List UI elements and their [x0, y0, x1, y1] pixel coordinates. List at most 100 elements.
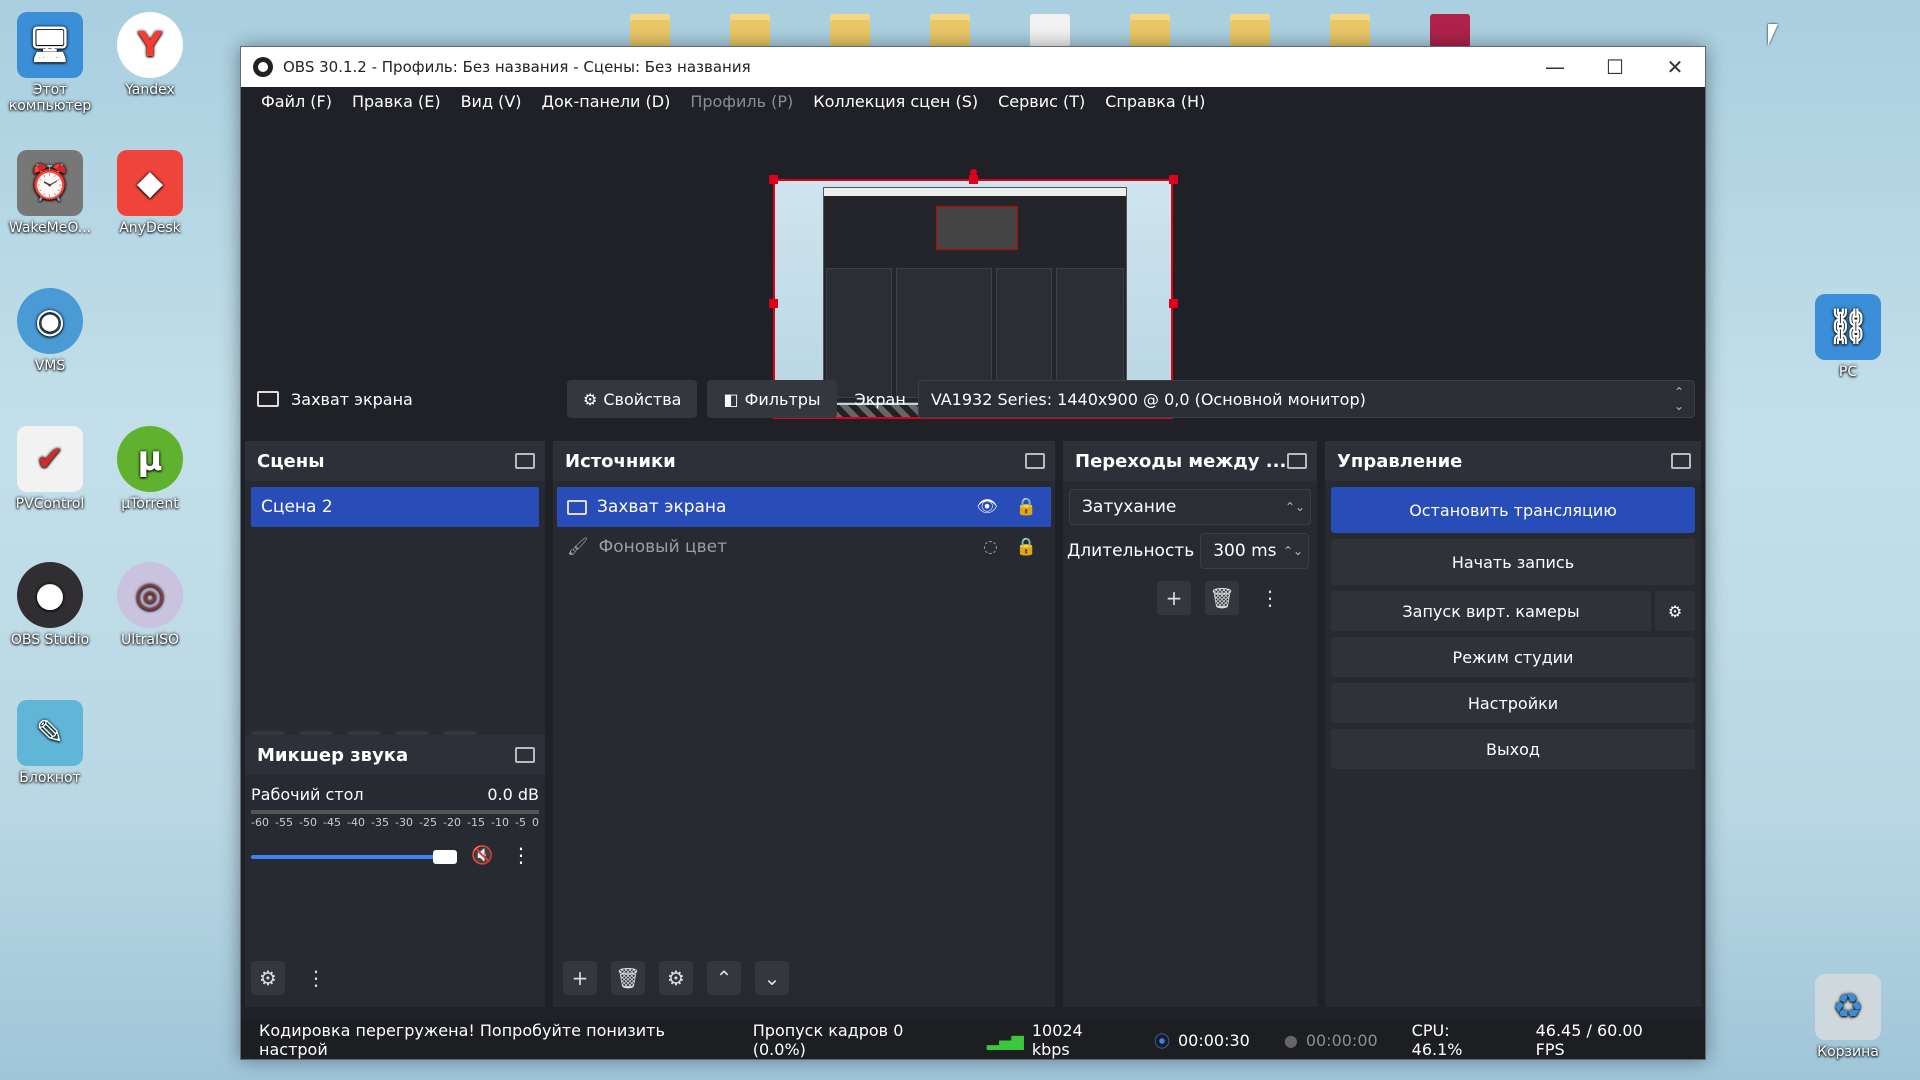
duration-spinbox[interactable]: 300 ms ⌃⌄: [1200, 533, 1309, 569]
mixer-settings-button[interactable]: ⚙: [251, 961, 285, 995]
archive-icon[interactable]: [1430, 14, 1470, 48]
desktop-icon[interactable]: Y Yandex: [100, 12, 200, 98]
remove-source-button[interactable]: 🗑: [611, 961, 645, 995]
rotation-handle[interactable]: [970, 169, 977, 176]
add-source-button[interactable]: +: [563, 961, 597, 995]
undock-icon[interactable]: [515, 453, 535, 469]
scene-item-label: Сцена 2: [261, 497, 333, 517]
transition-menu-button[interactable]: ⋮: [1253, 581, 1287, 615]
folder-icon[interactable]: [1230, 14, 1270, 48]
menu-bar: Файл (F) Правка (E) Вид (V) Док-панели (…: [241, 87, 1705, 115]
desktop-icon-label: UltraISO: [121, 632, 179, 648]
scene-item[interactable]: Сцена 2: [251, 487, 539, 527]
exit-button[interactable]: Выход: [1331, 729, 1695, 769]
eye-hidden-icon[interactable]: ◌: [983, 537, 998, 557]
mixer-toolbar: ⚙ ⋮: [251, 961, 333, 995]
add-transition-button[interactable]: +: [1157, 581, 1191, 615]
close-button[interactable]: ✕: [1645, 47, 1705, 87]
title-bar[interactable]: OBS 30.1.2 - Профиль: Без названия - Сце…: [241, 47, 1705, 87]
menu-docks[interactable]: Док-панели (D): [532, 92, 681, 111]
menu-help[interactable]: Справка (H): [1095, 92, 1215, 111]
menu-profile[interactable]: Профиль (P): [680, 92, 803, 111]
volume-slider[interactable]: [251, 850, 457, 864]
maximize-button[interactable]: ☐: [1585, 47, 1645, 87]
mixer-menu-button[interactable]: ⋮: [299, 961, 333, 995]
screen-select[interactable]: VA1932 Series: 1440x900 @ 0,0 (Основной …: [917, 380, 1695, 418]
desktop-icon[interactable]: 🖥 Этот компьютер: [0, 12, 100, 114]
move-source-down-button[interactable]: ⌄: [755, 961, 789, 995]
sources-toolbar: + 🗑 ⚙ ⌃ ⌄: [563, 961, 789, 995]
menu-tools[interactable]: Сервис (T): [988, 92, 1095, 111]
undock-icon[interactable]: [515, 747, 535, 763]
desktop-icon[interactable]: ✎ Блокнот: [0, 700, 100, 786]
settings-button[interactable]: Настройки: [1331, 683, 1695, 723]
eye-icon[interactable]: 👁: [976, 497, 998, 517]
ultraiso-icon: ◎: [117, 562, 183, 628]
folder-icon[interactable]: [1130, 14, 1170, 48]
menu-scene-collection[interactable]: Коллекция сцен (S): [803, 92, 988, 111]
start-virtual-camera-button[interactable]: Запуск вирт. камеры: [1331, 591, 1651, 631]
desktop-icon[interactable]: ⏰ WakeMeO...: [0, 150, 100, 236]
volume-meter: [251, 810, 539, 814]
desktop-icon[interactable]: ◆ AnyDesk: [100, 150, 200, 236]
resize-handle[interactable]: [1169, 175, 1178, 184]
desktop-icon[interactable]: ⛓ PC: [1798, 294, 1898, 380]
transitions-toolbar: + 🗑 ⋮: [1157, 581, 1287, 615]
desktop-icon-label: Корзина: [1817, 1044, 1879, 1060]
virtual-camera-settings-button[interactable]: ⚙: [1655, 591, 1695, 631]
start-recording-button[interactable]: Начать запись: [1331, 539, 1695, 585]
desktop-icon[interactable]: ◉ VMS: [0, 288, 100, 374]
source-item[interactable]: 🖌 Фоновый цвет ◌ 🔒: [557, 527, 1051, 567]
resize-handle[interactable]: [769, 299, 778, 308]
menu-view[interactable]: Вид (V): [451, 92, 532, 111]
document-icon[interactable]: [1030, 14, 1070, 48]
folder-icon[interactable]: [630, 14, 670, 48]
gear-icon: ⚙: [583, 389, 598, 409]
undock-icon[interactable]: [1671, 453, 1691, 469]
notepad-icon: ✎: [17, 700, 83, 766]
desktop-icon-label: WakeMeO...: [8, 220, 92, 236]
stream-icon: ⦿: [1153, 1032, 1170, 1051]
properties-button[interactable]: ⚙ Свойства: [567, 380, 698, 418]
desktop-icon[interactable]: ♻ Корзина: [1798, 974, 1898, 1060]
studio-mode-button[interactable]: Режим студии: [1331, 637, 1695, 677]
minimize-button[interactable]: —: [1525, 47, 1585, 87]
mixer-dock-title: Микшер звука: [245, 735, 545, 775]
move-source-up-button[interactable]: ⌃: [707, 961, 741, 995]
filters-button[interactable]: ◧ Фильтры: [707, 380, 837, 418]
spin-arrows-icon[interactable]: ⌃⌄: [1278, 544, 1308, 558]
desktop-icon[interactable]: ✔ PVControl: [0, 426, 100, 512]
screen-select-value: VA1932 Series: 1440x900 @ 0,0 (Основной …: [930, 389, 1366, 409]
stop-streaming-button[interactable]: Остановить трансляцию: [1331, 487, 1695, 533]
folder-icon[interactable]: [1330, 14, 1370, 48]
mixer-channel-menu-icon[interactable]: ⋮: [511, 843, 531, 867]
desktop-icon[interactable]: µ µTorrent: [100, 426, 200, 512]
monitor-icon: [257, 391, 279, 407]
resize-handle[interactable]: [969, 175, 978, 184]
source-item[interactable]: Захват экрана 👁 🔒: [557, 487, 1051, 527]
desktop-icon[interactable]: ● OBS Studio: [0, 562, 100, 648]
undock-icon[interactable]: [1287, 453, 1307, 469]
menu-file[interactable]: Файл (F): [251, 92, 342, 111]
meter-tick-label: -60: [251, 816, 269, 829]
menu-edit[interactable]: Правка (E): [342, 92, 451, 111]
folder-icon[interactable]: [830, 14, 870, 48]
encoding-warning: Кодировка перегружена! Попробуйте понизи…: [259, 1021, 665, 1059]
source-properties-button[interactable]: ⚙: [659, 961, 693, 995]
transition-select[interactable]: Затухание ⌃⌄: [1069, 489, 1311, 525]
desktop-icon-label: Этот компьютер: [8, 82, 92, 114]
remove-transition-button[interactable]: 🗑: [1205, 581, 1239, 615]
mute-icon[interactable]: 🔇: [471, 845, 493, 866]
folder-icon[interactable]: [730, 14, 770, 48]
lock-icon[interactable]: 🔒: [1016, 497, 1037, 517]
volume-slider-handle[interactable]: [433, 850, 457, 864]
resize-handle[interactable]: [769, 175, 778, 184]
resize-handle[interactable]: [1169, 299, 1178, 308]
source-item-label: Фоновый цвет: [598, 537, 727, 557]
desktop-icon[interactable]: ◎ UltraISO: [100, 562, 200, 648]
undock-icon[interactable]: [1025, 453, 1045, 469]
folder-icon[interactable]: [930, 14, 970, 48]
lock-icon[interactable]: 🔒: [1016, 537, 1037, 557]
meter-tick-label: -20: [443, 816, 461, 829]
recycle-bin-icon: ♻: [1815, 974, 1881, 1040]
